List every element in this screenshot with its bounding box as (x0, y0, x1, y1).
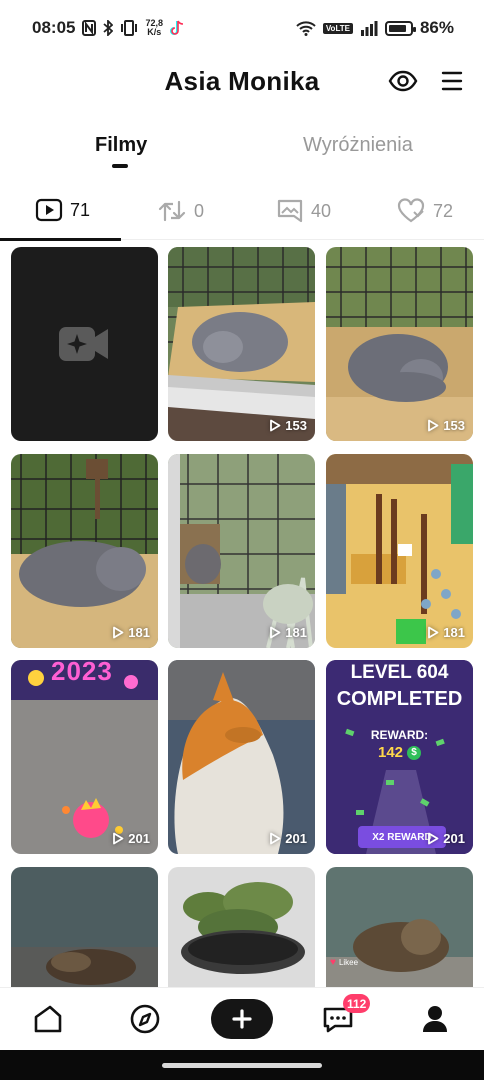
play-icon (270, 626, 281, 639)
video-tile[interactable] (168, 867, 315, 987)
video-thumbnail (326, 867, 473, 987)
system-nav-bar (0, 1050, 484, 1080)
video-thumbnail (11, 660, 158, 854)
level-text: LEVEL 604 (350, 662, 449, 683)
view-count: 181 (112, 625, 150, 640)
active-stat-indicator (0, 238, 121, 241)
network-speed: 72,8 K/s (145, 18, 164, 37)
video-thumbnail (168, 660, 315, 854)
compass-icon (130, 1004, 160, 1034)
messages-badge: 112 (343, 994, 371, 1013)
view-count: 153 (427, 418, 465, 433)
tab-filmy[interactable]: Filmy (95, 134, 147, 157)
play-icon (428, 832, 439, 845)
view-count: 181 (269, 625, 307, 640)
battery-percent: 86% (419, 18, 454, 37)
video-tile[interactable] (11, 867, 158, 987)
video-thumbnail (11, 867, 158, 987)
view-count: 181 (427, 625, 465, 640)
stat-videos[interactable]: 71 (35, 198, 90, 222)
stat-reposts[interactable]: 0 (157, 198, 204, 224)
volte-badge: VoLTE (322, 22, 353, 34)
video-thumbnail (168, 867, 315, 987)
wifi-icon (296, 21, 316, 36)
video-tile[interactable]: 201 (168, 660, 315, 854)
clock: 08:05 (32, 18, 76, 37)
tiktok-icon (170, 20, 184, 35)
coin-icon: $ (407, 745, 422, 760)
home-icon (34, 1005, 62, 1033)
bottom-nav: 112 (0, 987, 484, 1050)
year-overlay: 2023 (51, 660, 113, 686)
play-icon (270, 832, 281, 845)
upload-placeholder-tile[interactable] (11, 247, 158, 441)
video-play-icon (35, 198, 63, 222)
content-tabs: Filmy Wyróżnienia (0, 128, 484, 172)
profile-header: Asia Monika (0, 56, 484, 106)
status-bar: 08:05 72,8 K/s VoLTE 86% (0, 0, 484, 56)
stat-videos-count: 71 (70, 199, 91, 220)
view-count: 201 (427, 831, 465, 846)
nfc-icon (82, 20, 97, 36)
stats-row: 71 0 40 72 (0, 190, 484, 241)
video-thumbnail (168, 247, 315, 441)
view-count: 201 (112, 831, 150, 846)
heart-icon (397, 198, 425, 223)
bluetooth-icon (103, 20, 114, 36)
home-button[interactable] (31, 1002, 65, 1036)
video-tile[interactable]: LEVEL 604 COMPLETED REWARD: 142 $ X2 REW… (326, 660, 473, 854)
play-icon (428, 419, 439, 432)
profile-button[interactable] (418, 1002, 452, 1036)
view-count: 201 (269, 831, 307, 846)
plus-icon (232, 1009, 252, 1029)
view-count: 153 (269, 418, 307, 433)
likee-watermark: ♥ Likee (330, 957, 359, 968)
stat-saved-count: 40 (311, 200, 332, 221)
active-tab-indicator (112, 164, 128, 168)
video-tile[interactable]: 181 (326, 454, 473, 648)
play-icon (113, 832, 124, 845)
play-icon (113, 626, 124, 639)
video-tile[interactable]: 153 (326, 247, 473, 441)
completed-text: COMPLETED (336, 688, 463, 710)
play-icon (270, 419, 281, 432)
reward-label: REWARD: (370, 728, 429, 742)
video-thumbnail (326, 454, 473, 648)
vibrate-icon (121, 20, 138, 36)
home-gesture-pill[interactable] (162, 1063, 322, 1068)
play-icon (428, 626, 439, 639)
bookmark-image-icon (277, 199, 303, 223)
video-tile[interactable]: 153 (168, 247, 315, 441)
profile-icon (423, 1006, 447, 1032)
stat-saved[interactable]: 40 (276, 198, 331, 224)
repost-icon (158, 200, 186, 222)
menu-icon[interactable] (440, 68, 464, 94)
create-video-button[interactable] (211, 999, 273, 1039)
video-tile[interactable]: ♥ Likee (326, 867, 473, 987)
heart-icon: ♥ (330, 957, 336, 968)
explore-button[interactable] (128, 1002, 162, 1036)
video-thumbnail (168, 454, 315, 648)
reward-value: 142 $ (326, 744, 473, 761)
video-tile[interactable]: 2023 201 (11, 660, 158, 854)
stat-likes-count: 72 (433, 200, 454, 221)
video-grid: 153 153 181 181 181 2023 201 201 LEVEL 6… (11, 247, 473, 987)
signal-icon (360, 21, 378, 36)
video-tile[interactable]: 181 (168, 454, 315, 648)
video-thumbnail (11, 454, 158, 648)
tab-wyroznienia[interactable]: Wyróżnienia (303, 134, 413, 157)
stat-likes[interactable]: 72 (396, 198, 453, 224)
stat-reposts-count: 0 (194, 200, 205, 221)
eye-icon[interactable] (388, 68, 418, 94)
video-tile[interactable]: 181 (11, 454, 158, 648)
camera-icon (59, 327, 108, 361)
battery-icon (384, 20, 416, 36)
video-thumbnail (326, 247, 473, 441)
